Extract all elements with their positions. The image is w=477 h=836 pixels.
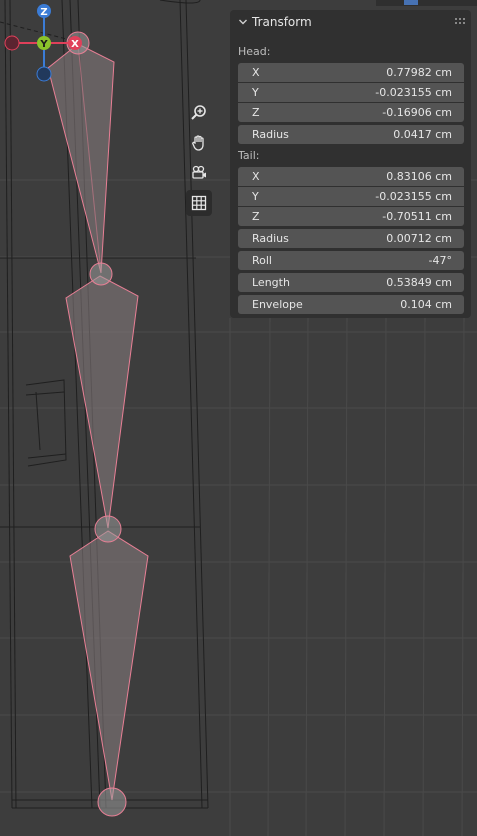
pan-button[interactable]	[186, 130, 212, 156]
field-label: Radius	[252, 128, 289, 141]
bone-lower[interactable]	[69, 530, 149, 801]
field-label: Y	[252, 190, 259, 203]
field-label: Length	[252, 276, 290, 289]
field-value: -0.70511 cm	[382, 210, 452, 223]
active-toggle[interactable]	[404, 0, 418, 5]
field-value: 0.0417 cm	[393, 128, 452, 141]
field-value: -0.16906 cm	[382, 106, 452, 119]
hand-pan-icon	[192, 135, 204, 151]
transform-panel-header[interactable]: Transform	[230, 10, 471, 34]
field-value: 0.53849 cm	[386, 276, 452, 289]
panel-title: Transform	[252, 15, 312, 29]
field-label: Z	[252, 106, 260, 119]
field-value: -0.023155 cm	[375, 190, 452, 203]
camera-icon	[192, 165, 206, 179]
field-value: -47°	[428, 254, 452, 267]
chevron-down-icon	[238, 17, 248, 27]
tail-x-field[interactable]: X 0.83106 cm	[238, 167, 464, 186]
field-value: 0.104 cm	[400, 298, 452, 311]
axis-z-label: Z	[40, 7, 47, 18]
field-label: Roll	[252, 254, 272, 267]
field-value: -0.023155 cm	[375, 86, 452, 99]
field-label: Radius	[252, 232, 289, 245]
roll-field[interactable]: Roll -47°	[238, 251, 464, 270]
zoom-button[interactable]	[186, 100, 212, 126]
camera-view-button[interactable]	[186, 160, 212, 186]
field-label: X	[252, 66, 260, 79]
field-value: 0.00712 cm	[386, 232, 452, 245]
envelope-field[interactable]: Envelope 0.104 cm	[238, 295, 464, 314]
bone-joint-tail[interactable]	[97, 787, 127, 817]
zoom-icon	[191, 105, 206, 120]
field-label: Y	[252, 86, 259, 99]
tail-y-field[interactable]: Y -0.023155 cm	[238, 187, 464, 206]
field-label: Z	[252, 210, 260, 223]
bone-joint-upper[interactable]	[89, 262, 113, 286]
head-y-field[interactable]: Y -0.023155 cm	[238, 83, 464, 102]
head-radius-field[interactable]: Radius 0.0417 cm	[238, 125, 464, 144]
axis-x-label: X	[71, 39, 79, 50]
axis-x-negative[interactable]	[4, 35, 20, 51]
field-label: X	[252, 170, 260, 183]
drag-grip-icon[interactable]	[455, 18, 465, 24]
length-field[interactable]: Length 0.53849 cm	[238, 273, 464, 292]
transform-panel: Transform Head: X 0.77982 cm Y -0.023155…	[230, 10, 471, 318]
grid-icon	[191, 195, 207, 211]
ortho-toggle-button[interactable]	[186, 190, 212, 216]
tail-label: Tail:	[238, 149, 260, 162]
tail-radius-field[interactable]: Radius 0.00712 cm	[238, 229, 464, 248]
navigation-gizmo[interactable]: Z X Y	[0, 0, 88, 88]
field-value: 0.77982 cm	[386, 66, 452, 79]
axis-y-label: Y	[39, 39, 48, 50]
field-label: Envelope	[252, 298, 303, 311]
viewport-navigation-tools	[186, 100, 214, 220]
head-x-field[interactable]: X 0.77982 cm	[238, 63, 464, 82]
axis-z-negative[interactable]	[36, 66, 52, 82]
header-strip	[376, 0, 477, 6]
head-label: Head:	[238, 45, 271, 58]
head-z-field[interactable]: Z -0.16906 cm	[238, 103, 464, 122]
field-value: 0.83106 cm	[386, 170, 452, 183]
tail-z-field[interactable]: Z -0.70511 cm	[238, 207, 464, 226]
bone-joint-lower[interactable]	[94, 515, 122, 543]
